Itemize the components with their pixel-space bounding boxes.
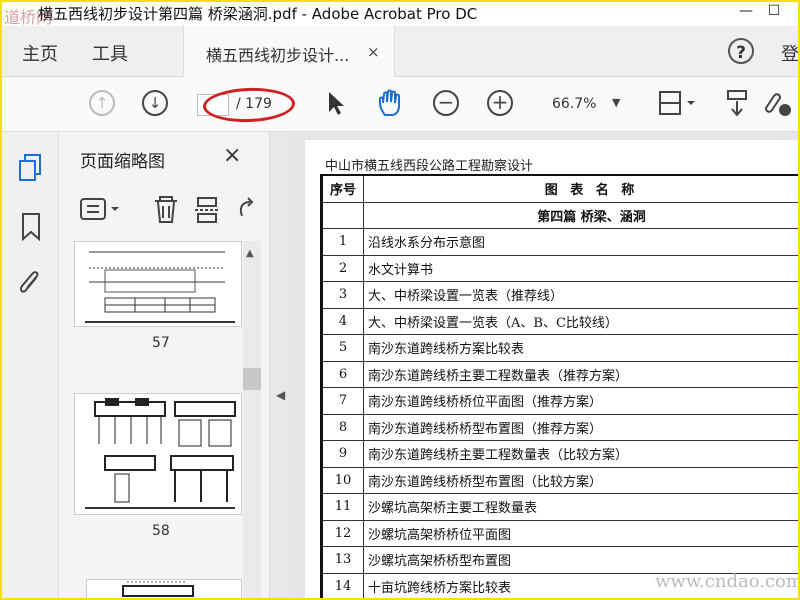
screenshot-frame — [0, 0, 800, 600]
